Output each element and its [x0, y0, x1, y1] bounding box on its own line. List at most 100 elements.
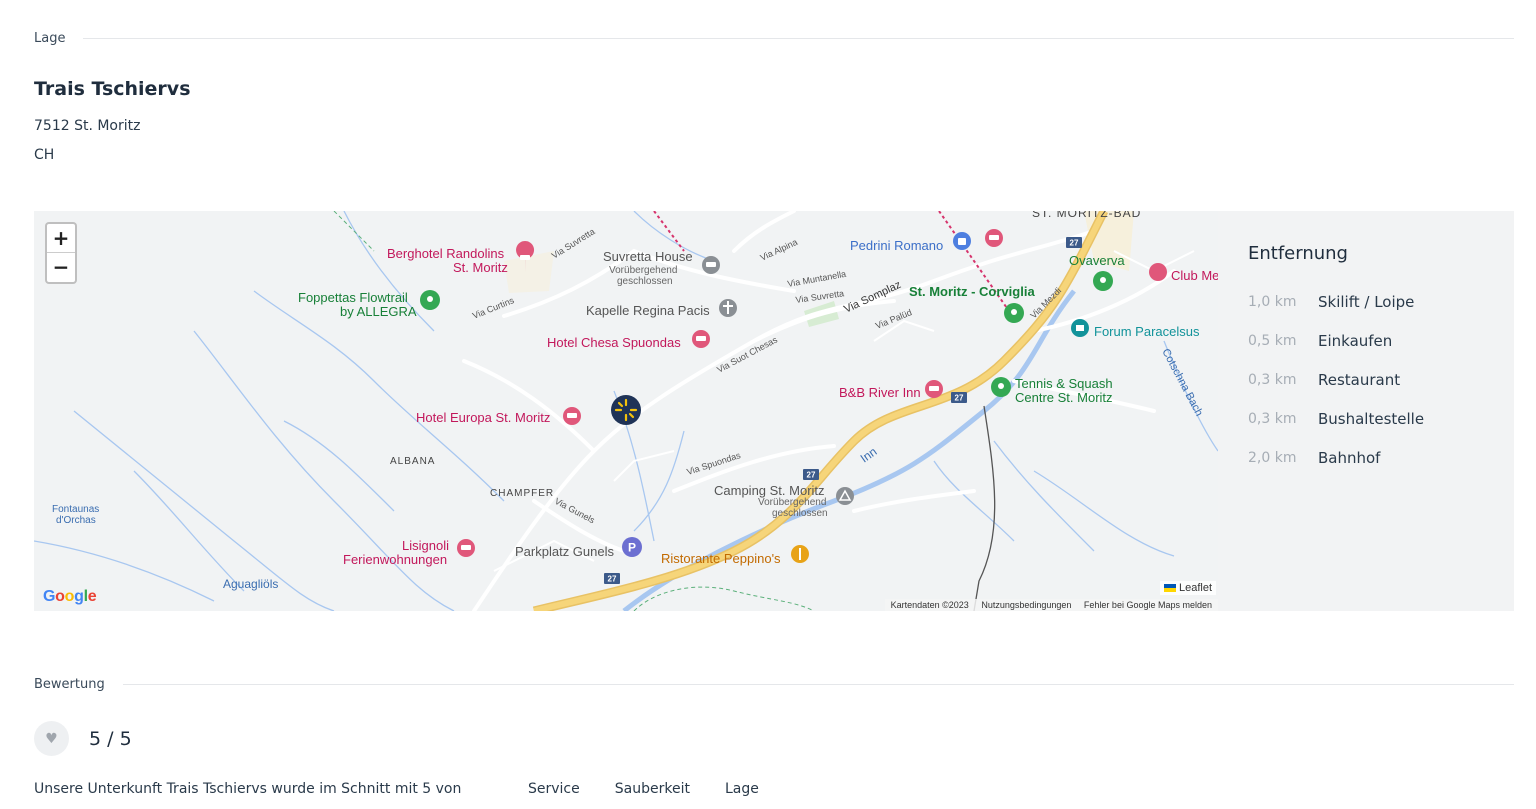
poi-label: Pedrini Romano — [850, 238, 943, 253]
distance-label: Einkaufen — [1318, 331, 1393, 350]
distance-item: 0,5 km Einkaufen — [1248, 321, 1484, 360]
poi-label: B&B River Inn — [839, 385, 921, 400]
poi-label: Tennis & Squash — [1015, 376, 1113, 391]
distance-item: 0,3 km Restaurant — [1248, 360, 1484, 399]
map-label-village: ALBANA — [390, 456, 435, 467]
hotel-pin-icon[interactable] — [702, 256, 720, 274]
map[interactable]: 27 27 27 27 ST. MORITZ-BAD Via Suvretta … — [34, 211, 1218, 611]
distance-value: 1,0 km — [1248, 293, 1297, 310]
poi-label: Ovaverva — [1069, 253, 1125, 268]
distance-item: 0,3 km Bushaltestelle — [1248, 399, 1484, 438]
poi-label: Vorübergehend — [758, 497, 826, 508]
poi-label: by ALLEGRA — [340, 304, 417, 319]
map-label-place: Fontaunas — [52, 504, 99, 515]
map-section: 27 27 27 27 ST. MORITZ-BAD Via Suvretta … — [34, 211, 1514, 611]
property-name: Trais Tschiervs — [34, 78, 191, 100]
poi-label: St. Moritz - Corviglia — [909, 284, 1035, 299]
rating-description: Unsere Unterkunft Trais Tschiervs wurde … — [34, 781, 462, 797]
rating-score: 5 / 5 — [89, 727, 132, 750]
restaurant-pin-icon[interactable] — [791, 545, 809, 563]
distance-label: Skilift / Loipe — [1318, 292, 1415, 311]
route-shield: 27 — [955, 394, 964, 403]
poi-label: Club Me — [1171, 268, 1218, 283]
section-title: Lage — [34, 31, 66, 46]
svg-text:P: P — [628, 541, 636, 555]
rating-tab-sauberkeit[interactable]: Sauberkeit — [615, 781, 690, 797]
sport-pin-icon[interactable] — [991, 377, 1011, 397]
club-pin-icon[interactable] — [1149, 263, 1167, 281]
shop-pin-icon[interactable] — [953, 232, 971, 250]
distance-value: 0,3 km — [1248, 410, 1297, 427]
poi-label: Centre St. Moritz — [1015, 390, 1113, 405]
address-line: 7512 St. Moritz — [34, 118, 141, 134]
distance-item: 1,0 km Skilift / Loipe — [1248, 282, 1484, 321]
rating-summary: ♥ 5 / 5 — [34, 721, 132, 756]
map-label-place: Aguagliöls — [223, 577, 278, 591]
poi-label: Ferienwohnungen — [343, 552, 447, 567]
ukraine-flag-icon — [1163, 584, 1176, 593]
hotel-pin-icon[interactable] — [563, 407, 581, 425]
poi-label: St. Moritz — [453, 260, 508, 275]
heart-icon[interactable]: ♥ — [34, 721, 69, 756]
route-shield: 27 — [807, 471, 816, 480]
route-shield: 27 — [608, 575, 617, 584]
poi-label: Hotel Europa St. Moritz — [416, 410, 550, 425]
leaflet-attribution[interactable]: Leaflet — [1159, 581, 1216, 595]
hotel-pin-icon[interactable] — [692, 330, 710, 348]
distance-item: 2,0 km Bahnhof — [1248, 438, 1484, 477]
camping-pin-icon[interactable] — [836, 487, 854, 505]
map-data-credit: Kartendaten ©2023 — [890, 600, 969, 610]
ski-pin-icon[interactable] — [1004, 303, 1024, 323]
distance-value: 0,3 km — [1248, 371, 1297, 388]
rating-tab-lage[interactable]: Lage — [725, 781, 759, 797]
poi-label: Kapelle Regina Pacis — [586, 303, 710, 318]
distance-value: 2,0 km — [1248, 449, 1297, 466]
google-attribution: Kartendaten ©2023 Nutzungsbedingungen Fe… — [884, 599, 1218, 611]
distance-label: Restaurant — [1318, 370, 1401, 389]
map-label-district: ST. MORITZ-BAD — [1032, 211, 1141, 220]
poi-label: geschlossen — [617, 276, 673, 287]
trail-pin-icon[interactable] — [420, 290, 440, 310]
hotel-pin-icon[interactable] — [457, 539, 475, 557]
distance-title: Entfernung — [1248, 243, 1348, 264]
route-shield: 27 — [1070, 239, 1079, 248]
poi-label: Vorübergehend — [609, 265, 677, 276]
poi-label: Hotel Chesa Spuondas — [547, 335, 681, 350]
poi-label: Suvretta House — [603, 249, 693, 264]
poi-label: geschlossen — [772, 508, 828, 519]
museum-pin-icon[interactable] — [1071, 319, 1089, 337]
poi-label: Foppettas Flowtrail — [298, 290, 408, 305]
distance-panel: Entfernung 1,0 km Skilift / Loipe 0,5 km… — [1218, 211, 1514, 611]
section-header-bewertung: Bewertung — [34, 677, 1514, 692]
terms-link[interactable]: Nutzungsbedingungen — [981, 600, 1071, 610]
distance-value: 0,5 km — [1248, 332, 1297, 349]
parking-pin-icon[interactable]: P — [622, 537, 642, 557]
poi-label: Ristorante Peppino's — [661, 551, 781, 566]
report-error-link[interactable]: Fehler bei Google Maps melden — [1084, 600, 1212, 610]
section-title: Bewertung — [34, 677, 105, 692]
poi-label: Parkplatz Gunels — [515, 544, 614, 559]
address-country: CH — [34, 147, 55, 163]
property-marker-icon[interactable] — [611, 395, 641, 425]
church-pin-icon[interactable] — [719, 299, 737, 317]
hotel-pin-icon[interactable] — [985, 229, 1003, 247]
distance-label: Bahnhof — [1318, 448, 1381, 467]
rating-tab-service[interactable]: Service — [528, 781, 580, 797]
google-logo[interactable]: Google — [43, 588, 97, 606]
hotel-pin-icon[interactable] — [925, 380, 943, 398]
rating-categories: Service Sauberkeit Lage — [528, 781, 794, 797]
zoom-control: + − — [45, 222, 77, 284]
divider — [122, 684, 1514, 685]
poi-label: Camping St. Moritz — [714, 483, 825, 498]
map-canvas[interactable]: 27 27 27 27 ST. MORITZ-BAD Via Suvretta … — [34, 211, 1218, 611]
distance-label: Bushaltestelle — [1318, 409, 1425, 428]
zoom-out-button[interactable]: − — [47, 253, 75, 282]
map-label-village: CHAMPFER — [490, 488, 554, 499]
zoom-in-button[interactable]: + — [47, 224, 75, 253]
map-label-place: d'Orchas — [56, 515, 96, 526]
poi-label: Berghotel Randolins — [387, 246, 505, 261]
section-header-lage: Lage — [34, 31, 1514, 46]
poi-label: Forum Paracelsus — [1094, 324, 1200, 339]
park-pin-icon[interactable] — [1093, 271, 1113, 291]
poi-label: Lisignoli — [402, 538, 449, 553]
